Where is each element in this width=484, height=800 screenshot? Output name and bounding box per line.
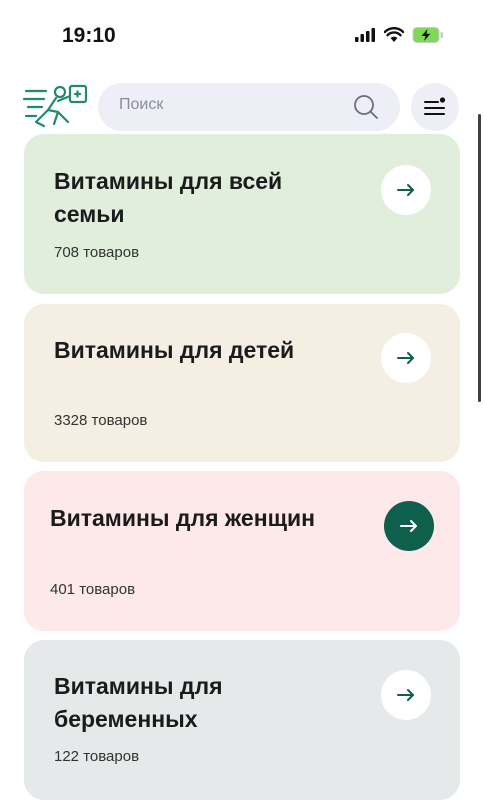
search-icon[interactable] [352,93,380,121]
header: Поиск [0,78,484,138]
card-title: Витамины для всей семьи [54,168,283,227]
search-bar[interactable]: Поиск [98,83,400,131]
category-card-pregnant[interactable]: Витамины для беременных 122 товаров [24,640,460,800]
menu-icon [424,97,446,115]
status-time: 19:10 [62,24,116,47]
card-title: Витамины для детей [54,337,295,363]
scrollbar[interactable] [478,114,481,402]
arrow-button[interactable] [381,333,431,383]
menu-button[interactable] [411,83,459,131]
arrow-right-icon [397,352,414,364]
status-bar: 19:10 [0,0,484,70]
card-title: Витамины для беременных [54,673,223,732]
card-count: 401 товаров [50,581,136,598]
logo-icon[interactable] [22,82,90,130]
wifi-icon [384,27,404,42]
card-title: Витамины для женщин [50,505,316,531]
category-card-children[interactable]: Витамины для детей 3328 товаров [24,304,460,462]
battery-icon [412,27,443,43]
status-icons [354,26,444,44]
arrow-right-icon [397,689,414,701]
signal-icon [355,28,375,42]
category-card-women[interactable]: Витамины для женщин 401 товаров [24,471,460,631]
arrow-button[interactable] [384,501,434,551]
card-count: 3328 товаров [54,412,148,429]
card-count: 708 товаров [54,244,140,261]
card-count: 122 товаров [54,748,140,765]
arrow-button[interactable] [381,165,431,215]
arrow-right-icon [400,520,417,532]
search-input[interactable]: Поиск [119,96,163,114]
category-card-family[interactable]: Витамины для всей семьи 708 товаров [24,134,460,294]
arrow-button[interactable] [381,670,431,720]
arrow-right-icon [397,184,414,196]
